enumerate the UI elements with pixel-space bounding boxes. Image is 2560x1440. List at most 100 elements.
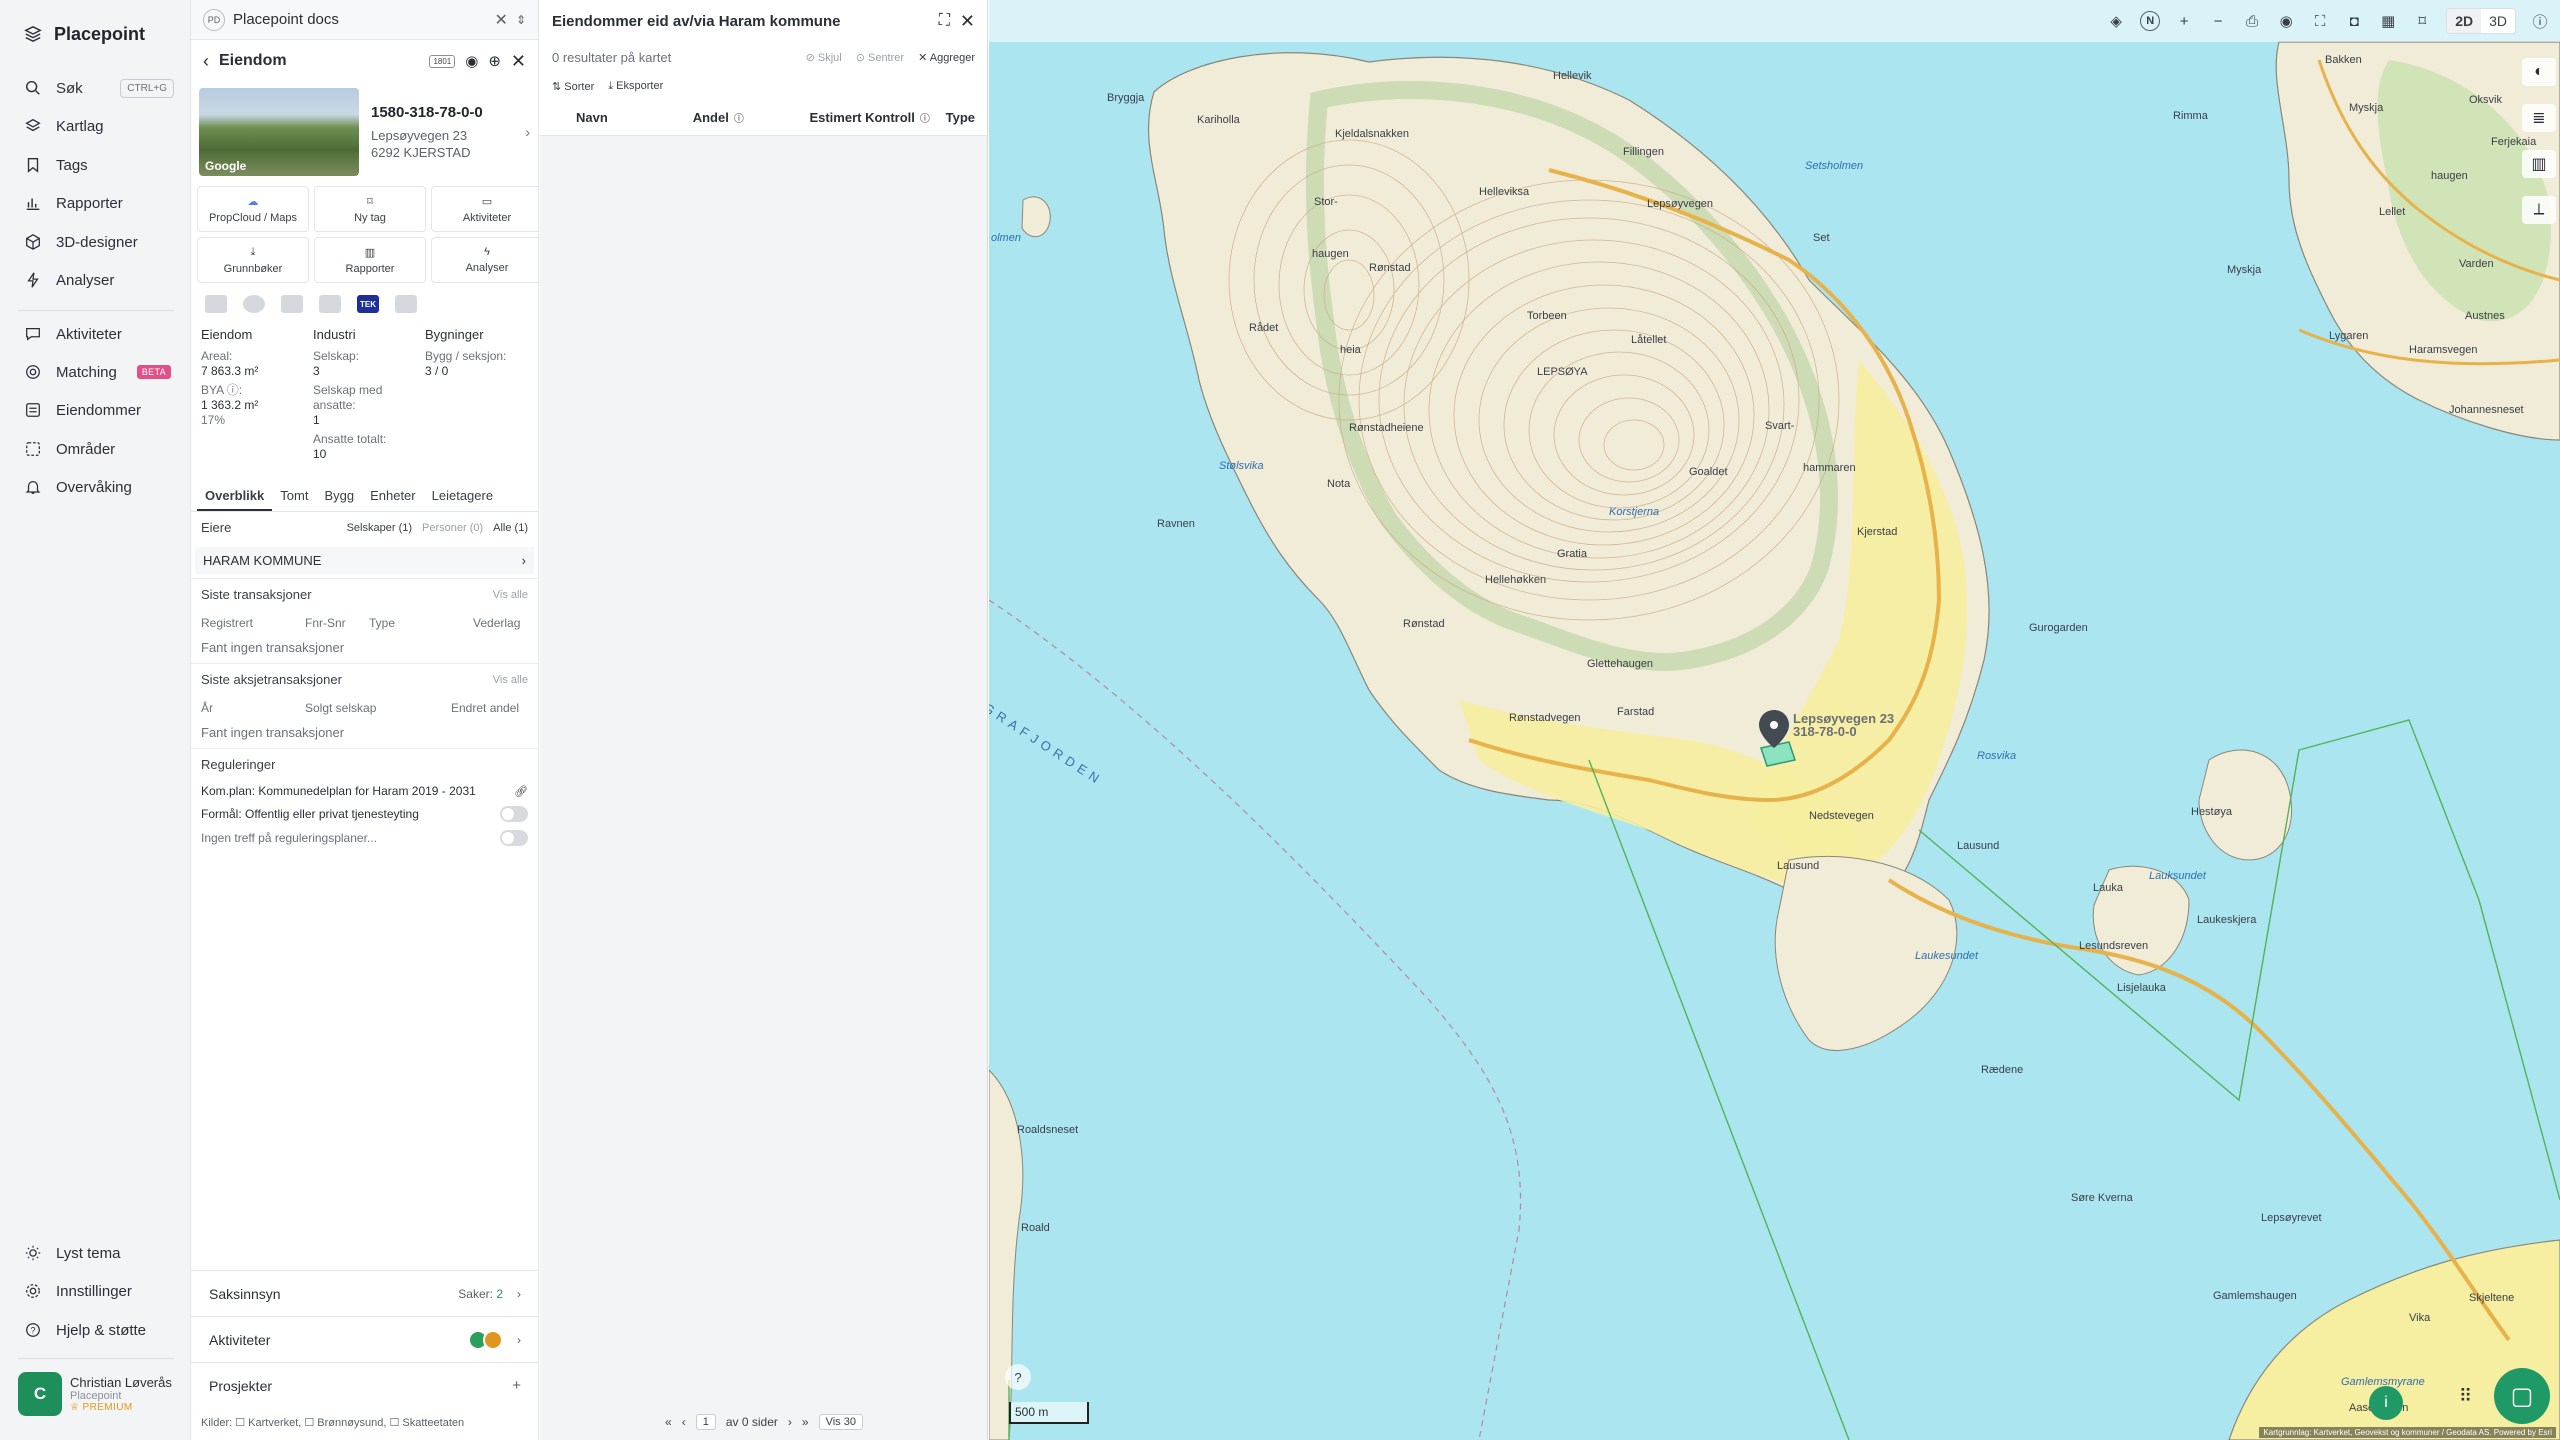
property-photo[interactable]: Google <box>199 88 359 176</box>
mode-3d-button[interactable]: 3D <box>2481 9 2515 33</box>
chat-fab[interactable]: ▢ <box>2494 1368 2550 1424</box>
filter-companies[interactable]: Selskaper (1) <box>347 522 412 534</box>
tab-overblikk[interactable]: Overblikk <box>197 478 273 511</box>
saksinnsyn-row[interactable]: Saksinnsyn Saker: 2 › <box>191 1270 539 1316</box>
nav-tags-label: Tags <box>56 156 88 174</box>
reg-formal-toggle[interactable] <box>500 806 528 822</box>
plus-icon[interactable]: + <box>512 1377 521 1394</box>
chevron-right-icon[interactable]: › <box>525 124 530 140</box>
stx-see-all[interactable]: Vis alle <box>493 674 528 686</box>
analyses-button[interactable]: ϟ Analyser <box>431 237 543 283</box>
chevron-updown-icon[interactable]: ⇕ <box>516 13 526 27</box>
eye-icon[interactable]: ◉ <box>465 52 478 70</box>
map-canvas[interactable] <box>989 0 2560 1440</box>
new-tag-button[interactable]: ⌑ Ny tag <box>314 186 426 232</box>
activities-button[interactable]: ▭ Aktiviteter <box>431 186 543 232</box>
back-icon[interactable]: ‹ <box>203 51 209 72</box>
map-view[interactable]: Hellevik Bryggja Kariholla Kjeldalsnakken Fi… <box>989 0 2560 1440</box>
nav-tags[interactable]: Tags <box>24 153 174 177</box>
sort-button[interactable]: Sorter <box>564 81 594 93</box>
col-estimert[interactable]: Estimert Kontroll ⓘ <box>809 110 945 125</box>
measure-icon[interactable]: ⟂ <box>2522 196 2556 224</box>
first-page-icon[interactable]: « <box>665 1415 672 1429</box>
basemap-icon[interactable]: ◐ <box>2522 58 2556 86</box>
info-icon[interactable]: ⓘ <box>2530 11 2550 31</box>
source-icon-1[interactable] <box>205 295 227 313</box>
filter-persons[interactable]: Personer (0) <box>422 522 483 534</box>
source-icon-6[interactable] <box>395 295 417 313</box>
next-page-icon[interactable]: › <box>788 1415 792 1429</box>
link-icon[interactable]: 🔗︎ <box>514 785 528 798</box>
nav-analyser[interactable]: Analyser <box>24 268 174 292</box>
nav-rapporter[interactable]: Rapporter <box>24 191 174 215</box>
expand-icon[interactable]: ⛶ <box>939 12 950 30</box>
col-navn[interactable]: Navn <box>576 110 693 125</box>
source-icon-3[interactable] <box>281 295 303 313</box>
reg-plan-row[interactable]: Kom.plan: Kommunedelplan for Haram 2019 … <box>191 780 538 802</box>
close-icon[interactable]: ✕ <box>495 10 508 30</box>
eye-icon[interactable]: ◉ <box>2276 11 2296 31</box>
nav-3d-designer[interactable]: 3D-designer <box>24 230 174 254</box>
info-fab[interactable]: i <box>2369 1386 2403 1420</box>
zoom-out-button[interactable]: − <box>2208 11 2228 31</box>
property-id-badge[interactable]: 1801 <box>429 54 456 68</box>
nav-help[interactable]: ? Hjelp & støtte <box>24 1318 174 1342</box>
app-logo[interactable]: Placepoint <box>24 20 145 48</box>
layers-3d-icon[interactable]: ◈ <box>2106 11 2126 31</box>
filter-all[interactable]: Alle (1) <box>493 522 528 534</box>
drag-handle-icon[interactable]: ⠿ <box>2459 1386 2472 1407</box>
nav-aktiviteter[interactable]: Aktiviteter <box>24 322 174 346</box>
compass-north-button[interactable]: N <box>2140 11 2161 31</box>
owner-row[interactable]: HARAM KOMMUNE › <box>195 547 534 574</box>
tab-tomt[interactable]: Tomt <box>272 478 316 511</box>
reports-button[interactable]: ▥ Rapporter <box>314 237 426 283</box>
chart-icon[interactable]: ▥ <box>2522 150 2556 178</box>
nav-matching[interactable]: Matching BETA <box>24 360 174 384</box>
tab-leietagere[interactable]: Leietagere <box>424 478 501 511</box>
property-card[interactable]: Google 1580-318-78-0-0 Lepsøyvegen 23 629… <box>191 82 538 182</box>
col-type[interactable]: Type <box>946 110 975 125</box>
nav-theme[interactable]: Lyst tema <box>24 1241 174 1265</box>
docs-bar[interactable]: PD Placepoint docs ✕ ⇕ <box>191 0 538 40</box>
col-andel[interactable]: Andel ⓘ <box>693 110 810 125</box>
hide-button[interactable]: Skjul <box>818 52 842 64</box>
prosjekter-row[interactable]: Prosjekter + <box>191 1362 539 1408</box>
grid-icon[interactable]: ▦ <box>2378 11 2398 31</box>
grunnboker-button[interactable]: ⤓ Grunnbøker <box>197 237 309 283</box>
bookmark-icon[interactable]: ⌑ <box>2412 11 2432 31</box>
fullscreen-icon[interactable]: ⛶ <box>2310 11 2330 31</box>
print-icon[interactable]: ⎙ <box>2242 11 2262 31</box>
layers-stack-icon[interactable]: ≣ <box>2522 104 2556 132</box>
zoom-in-button[interactable]: + <box>2174 11 2194 31</box>
center-button[interactable]: Sentrer <box>868 52 904 64</box>
nav-eiendommer[interactable]: Eiendommer <box>24 398 174 422</box>
add-circle-icon[interactable]: ⊕ <box>488 52 501 70</box>
user-profile[interactable]: C Christian Løverås Placepoint ♕ PREMIUM <box>18 1372 172 1416</box>
tek-source-icon[interactable]: TEK <box>357 295 379 313</box>
tab-bygg[interactable]: Bygg <box>316 478 362 511</box>
nav-search[interactable]: Søk CTRL+G <box>24 76 174 100</box>
aggregate-button[interactable]: Aggreger <box>930 52 975 64</box>
source-icon-4[interactable] <box>319 295 341 313</box>
nav-omrader[interactable]: Områder <box>24 437 174 461</box>
last-page-icon[interactable]: » <box>802 1415 809 1429</box>
propcloud-button[interactable]: ☁ PropCloud / Maps <box>197 186 309 232</box>
page-input[interactable]: 1 <box>695 1414 716 1430</box>
tx-see-all[interactable]: Vis alle <box>493 589 528 601</box>
map-help-icon[interactable]: ? <box>1005 1364 1031 1390</box>
nav-kartlag[interactable]: Kartlag <box>24 114 174 138</box>
tab-enheter[interactable]: Enheter <box>362 478 424 511</box>
nav-settings[interactable]: Innstillinger <box>24 1279 174 1303</box>
reg-none-toggle[interactable] <box>500 830 528 846</box>
close-icon[interactable]: ✕ <box>960 11 975 32</box>
prev-page-icon[interactable]: ‹ <box>682 1415 686 1429</box>
nav-overvaking[interactable]: Overvåking <box>24 475 174 499</box>
mode-2d-button[interactable]: 2D <box>2447 9 2482 33</box>
chat-icon <box>24 325 42 343</box>
source-icon-2[interactable] <box>243 295 265 313</box>
aktiviteter-row[interactable]: Aktiviteter › <box>191 1316 539 1362</box>
per-page-select[interactable]: Vis 30 <box>818 1414 863 1430</box>
camera-icon[interactable]: ◘ <box>2344 11 2364 31</box>
export-button[interactable]: Eksporter <box>616 80 663 92</box>
close-panel-icon[interactable]: ✕ <box>511 51 526 72</box>
